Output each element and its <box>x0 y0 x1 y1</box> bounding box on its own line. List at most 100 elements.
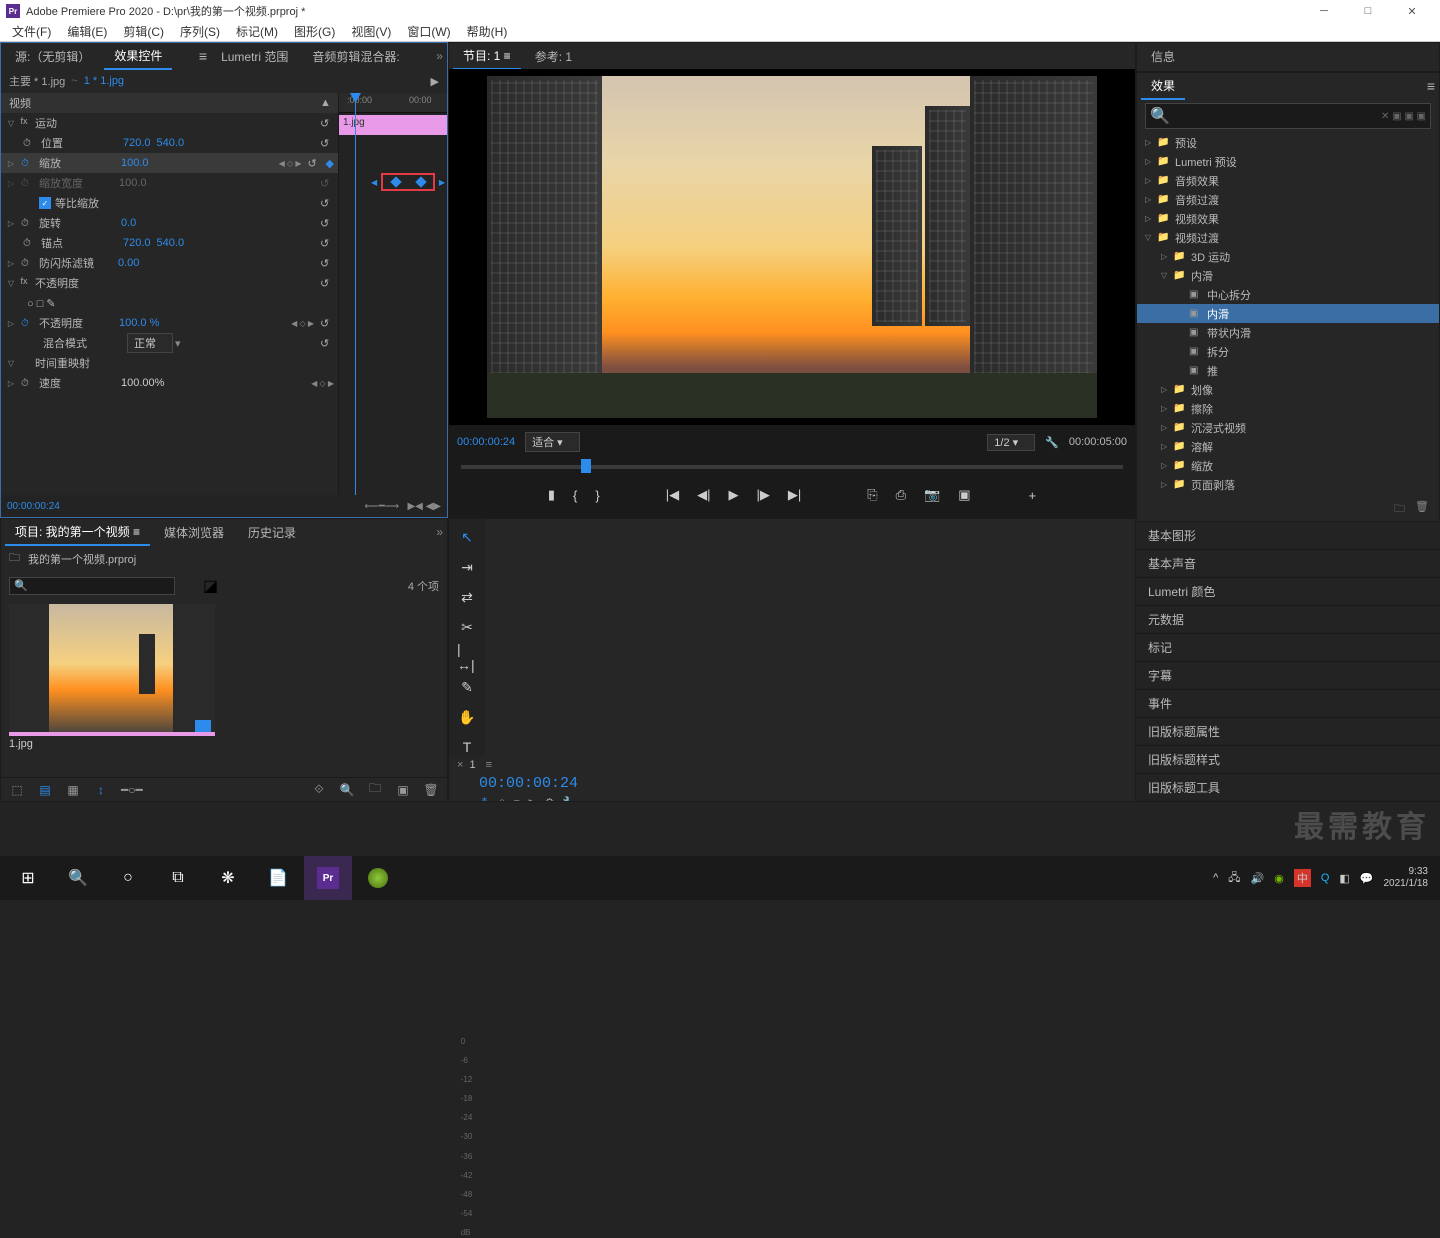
close-button[interactable]: ✕ <box>1390 0 1434 22</box>
opacity-section[interactable]: ▽fx 不透明度 ↺ <box>1 273 338 293</box>
project-search-input[interactable] <box>9 577 175 595</box>
premiere-taskbar-icon[interactable]: Pr <box>304 856 352 900</box>
step-forward-icon[interactable]: |▶ <box>756 487 769 503</box>
add-keyframe-icon[interactable]: ◆ <box>326 157 334 170</box>
notepad-icon[interactable]: 📄 <box>254 856 302 900</box>
export-frame-icon[interactable]: 📷 <box>924 487 940 503</box>
tab-essential-graphics[interactable]: 基本图形 <box>1136 522 1440 550</box>
tab-legacy-title-styles[interactable]: 旧版标题样式 <box>1136 746 1440 774</box>
tab-effects[interactable]: 效果 <box>1141 73 1185 100</box>
sequence-name[interactable]: 1 <box>469 759 475 771</box>
stopwatch-icon[interactable]: ⏱ <box>21 158 35 169</box>
effects-search[interactable]: 🔍 ✕ ▣ ▣ ▣ <box>1145 103 1431 129</box>
action-center-icon[interactable]: 💬 <box>1360 872 1374 885</box>
stopwatch-icon[interactable]: ⏱ <box>23 138 37 149</box>
cortana-button[interactable]: ○ <box>104 856 152 900</box>
pen-tool-icon[interactable]: ✎ <box>457 677 477 697</box>
search-button[interactable]: 🔍 <box>54 856 102 900</box>
mask-tools[interactable]: ○ □ ✎ <box>1 293 338 313</box>
minimize-button[interactable]: ─ <box>1302 0 1346 22</box>
new-bin-icon[interactable]: 🗀 <box>367 779 383 800</box>
tab-essential-sound[interactable]: 基本声音 <box>1136 550 1440 578</box>
volume-icon[interactable]: 🔊 <box>1251 872 1265 885</box>
extract-icon[interactable]: ⎙ <box>896 487 906 503</box>
motion-section[interactable]: ▽fx 运动 ↺ <box>1 113 338 133</box>
new-bin-icon[interactable]: 🗀 <box>1394 500 1405 519</box>
reset-icon[interactable]: ↺ <box>320 137 334 150</box>
button-editor-icon[interactable]: + <box>1029 488 1037 503</box>
automate-icon[interactable]: ⟐ <box>311 782 327 797</box>
fit-select[interactable]: 适合 ▾ <box>525 432 580 452</box>
tab-reference[interactable]: 参考: 1 <box>525 44 582 69</box>
tab-lumetri-color[interactable]: Lumetri 颜色 <box>1136 578 1440 606</box>
hand-tool-icon[interactable]: ✋ <box>457 707 477 727</box>
tab-source[interactable]: 源:（无剪辑） <box>5 44 100 69</box>
menu-graphics[interactable]: 图形(G) <box>286 23 343 40</box>
ec-timecode[interactable]: 00:00:00:24 <box>7 501 60 512</box>
blend-mode-select[interactable]: 正常 <box>127 333 173 353</box>
tab-project[interactable]: 项目: 我的第一个视频 ≡ <box>5 519 150 546</box>
selection-tool-icon[interactable]: ↖ <box>457 527 477 547</box>
menu-file[interactable]: 文件(F) <box>4 23 59 40</box>
filter-icon[interactable]: ◪ <box>203 576 218 596</box>
reset-icon[interactable]: ↺ <box>308 157 322 170</box>
snap-icon[interactable]: ⁂ <box>479 796 490 802</box>
timeline-timecode[interactable]: 00:00:00:24 <box>479 775 578 792</box>
tab-history[interactable]: 历史记录 <box>238 520 306 545</box>
marker-icon[interactable]: ▾ <box>514 796 520 802</box>
menu-edit[interactable]: 编辑(E) <box>59 23 115 40</box>
mark-in-icon[interactable]: ▮ <box>548 487 555 503</box>
keyframe-diamond-icon[interactable] <box>390 176 401 187</box>
settings-icon[interactable]: ⚙ <box>545 796 555 802</box>
panel-menu-icon[interactable]: ≡ <box>199 48 207 64</box>
ime-icon[interactable]: 中 <box>1294 869 1311 887</box>
play-video-icon[interactable]: ▶ <box>431 75 439 88</box>
prop-flicker[interactable]: ▷ ⏱ 防闪烁滤镜 0.00 ↺ <box>1 253 338 273</box>
ec-clip-name[interactable]: 1 * 1.jpg <box>84 75 124 87</box>
app-icon[interactable] <box>354 856 402 900</box>
collapse-icon[interactable]: ▲ <box>320 97 334 109</box>
insert-icon[interactable]: ⊳ <box>527 796 536 802</box>
sort-icon[interactable]: ↕ <box>93 783 109 797</box>
prop-speed[interactable]: ▷ ⏱ 速度 100.00% ◀ ◇ ▶ <box>1 373 338 393</box>
scrubber-thumb[interactable] <box>581 459 591 473</box>
panel-menu-icon[interactable]: ≡ <box>1427 78 1435 94</box>
link-icon[interactable]: ∩ <box>498 796 506 802</box>
res-select[interactable]: 1/2 ▾ <box>987 434 1035 451</box>
uniform-checkbox[interactable]: ✓ <box>39 197 51 209</box>
ec-timeline[interactable]: :00:00 00:00 1.jpg <box>339 93 447 495</box>
icon-view-icon[interactable]: ▤ <box>37 783 53 797</box>
list-view-icon[interactable]: ⬚ <box>9 783 25 797</box>
wrench-icon[interactable]: 🔧 <box>1045 436 1059 449</box>
ec-zoom-icons[interactable]: ⟵━⟶ ▶◀ ◀▶ <box>364 501 441 512</box>
keyframe-nav[interactable]: ◀ ◇ ▶ <box>279 159 302 168</box>
trash-icon[interactable]: 🗑 <box>423 783 439 797</box>
prop-rotation[interactable]: ▷ ⏱ 旋转 0.0 ↺ <box>1 213 338 233</box>
tab-metadata[interactable]: 元数据 <box>1136 606 1440 634</box>
uniform-scale-row[interactable]: ✓ 等比缩放 ↺ <box>1 193 338 213</box>
effects-search-input[interactable] <box>1170 110 1381 122</box>
keyframe-nav[interactable]: ◀ ◇ ▶ <box>291 319 314 328</box>
menu-help[interactable]: 帮助(H) <box>459 23 516 40</box>
keyframe-diamond-icon[interactable] <box>415 176 426 187</box>
go-to-in-icon[interactable]: |◀ <box>666 487 679 503</box>
tab-legacy-title-props[interactable]: 旧版标题属性 <box>1136 718 1440 746</box>
new-item-icon[interactable]: ▣ <box>395 783 411 797</box>
menu-view[interactable]: 视图(V) <box>343 23 399 40</box>
tab-audio-mixer[interactable]: 音频剪辑混合器: <box>302 44 409 69</box>
taskbar-clock[interactable]: 9:33 2021/1/18 <box>1384 866 1429 890</box>
maximize-button[interactable]: □ <box>1346 0 1390 22</box>
menu-marker[interactable]: 标记(M) <box>228 23 286 40</box>
tab-lumetri-scopes[interactable]: Lumetri 范围 <box>211 44 298 69</box>
reset-icon[interactable]: ↺ <box>320 117 334 130</box>
network-icon[interactable]: 🖧 <box>1228 869 1240 888</box>
app-icon[interactable]: ❋ <box>204 856 252 900</box>
ripple-tool-icon[interactable]: ⇄ <box>457 587 477 607</box>
tray-up-icon[interactable]: ^ <box>1213 872 1218 884</box>
qq-icon[interactable]: Q <box>1321 872 1330 884</box>
ec-playhead[interactable] <box>355 93 356 495</box>
project-thumbnail[interactable]: 1.jpg <box>9 604 215 752</box>
in-point-icon[interactable]: { <box>573 488 577 503</box>
go-to-out-icon[interactable]: ▶| <box>788 487 801 503</box>
freeform-icon[interactable]: ▦ <box>65 783 81 797</box>
